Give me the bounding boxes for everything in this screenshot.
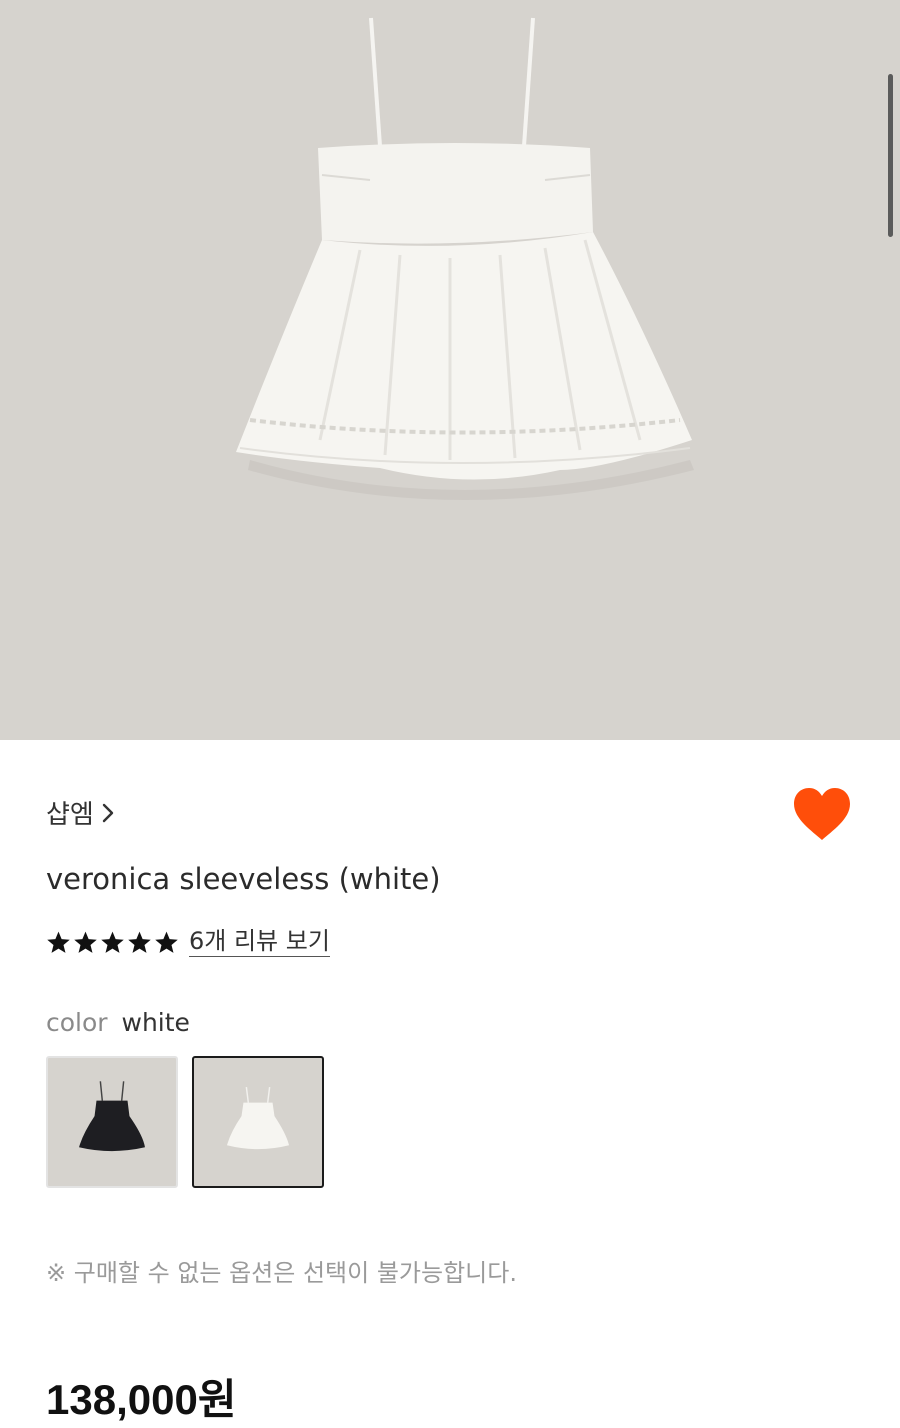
scrollbar[interactable] [888,74,893,237]
star-icon [74,931,97,954]
color-selection-label: color white [46,1008,190,1037]
white-top-thumbnail [226,1087,290,1150]
heart-icon[interactable] [792,786,852,844]
brand-link[interactable]: 샵엠 [46,794,116,831]
color-option-white[interactable] [192,1056,324,1188]
color-value: white [121,1008,190,1037]
chevron-right-icon [102,803,114,822]
product-price: 138,000원 [46,1376,237,1423]
top-garment-illustration [236,17,694,500]
product-image[interactable] [0,0,900,740]
rating-row: 6개 리뷰 보기 [46,928,330,958]
star-icon [128,931,151,954]
option-notice: ※ 구매할 수 없는 옵션은 선택이 불가능합니다. [46,1259,517,1287]
brand-name[interactable]: 샵엠 [46,794,94,831]
rating-stars [46,930,179,955]
reviews-link[interactable]: 6개 리뷰 보기 [189,928,330,958]
color-label: color [46,1008,108,1037]
star-icon [155,931,178,954]
product-title: veronica sleeveless (white) [46,862,441,896]
color-option-black[interactable] [46,1056,178,1188]
black-top-thumbnail [79,1081,145,1152]
star-icon [47,931,70,954]
star-icon [101,931,124,954]
